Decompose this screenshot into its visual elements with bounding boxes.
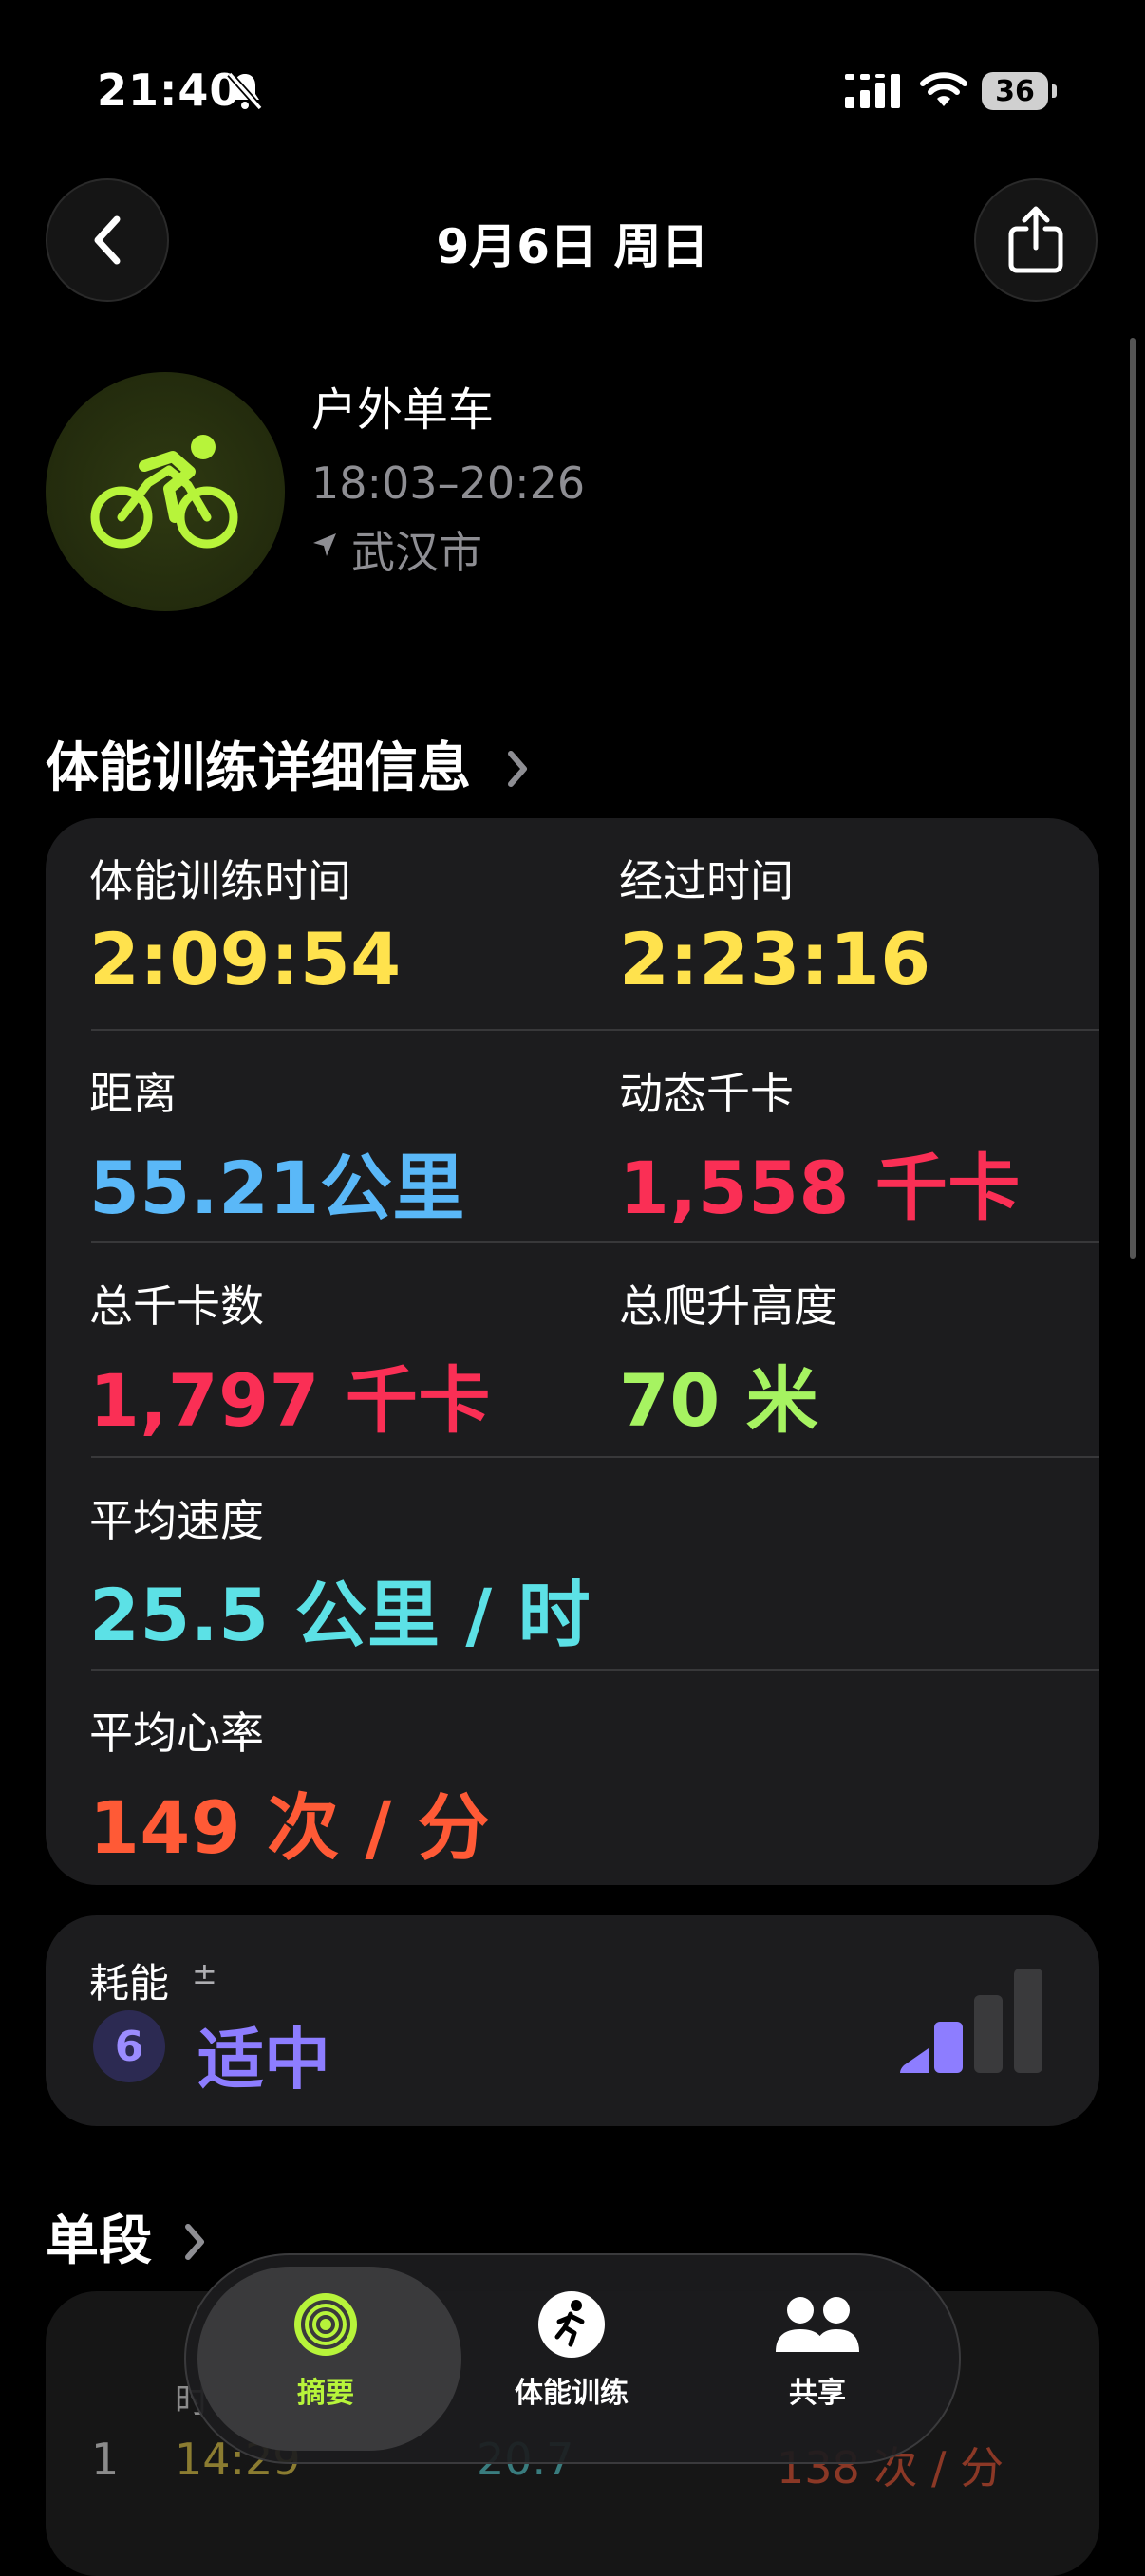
share-button[interactable]	[974, 178, 1098, 302]
metric-label: 距离	[89, 1068, 177, 1119]
chevron-right-icon	[171, 2211, 209, 2272]
metric-value: 55.21公里	[89, 1146, 465, 1230]
splits-section-header[interactable]: 单段	[46, 2198, 209, 2275]
silent-bell-icon	[226, 70, 264, 116]
battery-indicator: 36	[982, 72, 1048, 110]
metric-elevation-gain: 总爬升高度 70 米	[619, 1272, 837, 1447]
effort-label: 耗能	[89, 1960, 170, 2007]
tab-summary[interactable]: 摘要	[216, 2289, 435, 2411]
splits-section-title: 单段	[46, 2211, 152, 2272]
metric-label: 体能训练时间	[89, 855, 351, 906]
scroll-indicator[interactable]	[1130, 338, 1136, 1259]
workout-name: 户外单车	[311, 383, 495, 437]
tab-label: 摘要	[297, 2377, 354, 2410]
wifi-icon	[919, 70, 968, 112]
workout-type-badge	[46, 372, 285, 611]
metric-label: 平均速度	[89, 1495, 264, 1546]
effort-card[interactable]: 耗能 ± 6 适中	[46, 1915, 1099, 2126]
divider	[91, 1456, 1099, 1458]
metric-avg-heart-rate: 平均心率 149 次 / 分	[89, 1699, 490, 1874]
metric-label: 平均心率	[89, 1708, 264, 1759]
metric-workout-time: 体能训练时间 2:09:54	[89, 847, 402, 1001]
metric-distance: 距离 55.21公里	[89, 1059, 465, 1234]
metric-value: 149 次 / 分	[89, 1785, 491, 1870]
tab-label: 体能训练	[515, 2377, 629, 2410]
battery-tip	[1052, 84, 1057, 98]
workout-details-card[interactable]: 体能训练时间 2:09:54 经过时间 2:23:16 距离 55.21公里 动…	[46, 818, 1099, 1885]
share-icon	[1008, 206, 1063, 273]
divider	[91, 1669, 1099, 1671]
status-time: 21:40	[97, 65, 241, 116]
metric-value: 70 米	[619, 1358, 819, 1443]
effort-score-badge: 6	[93, 2010, 165, 2082]
metric-value: 2:23:16	[619, 917, 931, 1001]
effort-adjust-indicator: ±	[192, 1955, 217, 1991]
divider	[91, 1241, 1099, 1243]
split-index: 1	[91, 2434, 120, 2485]
metric-total-calories: 总千卡数 1,797 千卡	[89, 1272, 491, 1447]
chevron-left-icon	[94, 215, 121, 265]
back-button[interactable]	[46, 178, 169, 302]
effort-level-bars-icon	[896, 1967, 1048, 2081]
metric-value: 1,797 千卡	[89, 1358, 491, 1443]
details-section-header[interactable]: 体能训练详细信息	[46, 725, 532, 802]
metric-elapsed-time: 经过时间 2:23:16	[619, 847, 931, 1001]
metric-label: 动态千卡	[619, 1068, 794, 1119]
cycling-icon	[90, 435, 238, 549]
details-section-title: 体能训练详细信息	[46, 737, 471, 799]
workout-time-range: 18:03–20:26	[311, 457, 586, 509]
cellular-signal-icon	[845, 74, 902, 112]
metric-label: 总爬升高度	[619, 1280, 837, 1332]
divider	[91, 1029, 1099, 1031]
page-title: 9月6日 周日	[436, 219, 709, 274]
metric-value: 1,558 千卡	[619, 1146, 1021, 1230]
activity-rings-icon	[294, 2293, 357, 2356]
metric-label: 总千卡数	[89, 1280, 264, 1332]
running-figure-icon	[538, 2291, 605, 2358]
chevron-right-icon	[490, 737, 532, 799]
metric-value: 25.5 公里 / 时	[89, 1573, 591, 1657]
workout-location: 武汉市	[351, 527, 482, 578]
metric-active-calories: 动态千卡 1,558 千卡	[619, 1059, 1021, 1234]
metric-label: 经过时间	[619, 855, 794, 906]
people-icon	[776, 2297, 859, 2352]
metric-value: 2:09:54	[89, 917, 402, 1001]
location-arrow-icon	[311, 532, 338, 562]
tab-label: 共享	[789, 2377, 846, 2410]
metric-avg-speed: 平均速度 25.5 公里 / 时	[89, 1486, 591, 1661]
effort-level-text: 适中	[197, 2021, 330, 2099]
tab-workouts[interactable]: 体能训练	[462, 2289, 681, 2411]
tab-sharing[interactable]: 共享	[708, 2289, 927, 2411]
